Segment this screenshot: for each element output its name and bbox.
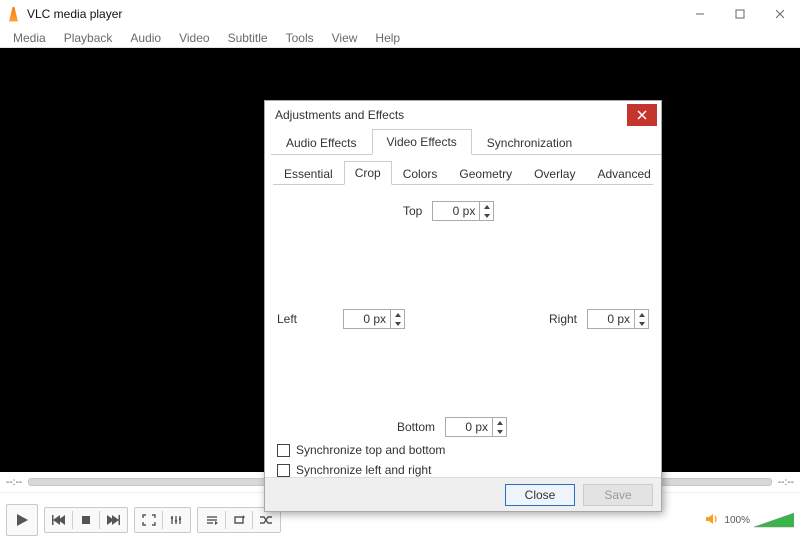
- dialog-titlebar: Adjustments and Effects: [265, 101, 661, 129]
- crop-right-value: 0 px: [588, 312, 634, 326]
- dialog-close[interactable]: Close: [505, 484, 575, 506]
- sync-left-right-checkbox[interactable]: [277, 464, 290, 477]
- video-area: Adjustments and Effects Audio Effects Vi…: [0, 48, 800, 472]
- sync-top-bottom-checkbox[interactable]: [277, 444, 290, 457]
- crop-left-value: 0 px: [344, 312, 390, 326]
- window-title: VLC media player: [27, 7, 122, 21]
- subtab-essential[interactable]: Essential: [273, 162, 344, 185]
- loop-button[interactable]: [227, 508, 251, 532]
- stop-button[interactable]: [74, 508, 98, 532]
- menu-tools[interactable]: Tools: [278, 29, 322, 47]
- tab-synchronization[interactable]: Synchronization: [472, 130, 587, 155]
- menubar: Media Playback Audio Video Subtitle Tool…: [0, 28, 800, 48]
- maximize-button[interactable]: [720, 0, 760, 28]
- subtab-crop[interactable]: Crop: [344, 161, 392, 185]
- sync-top-bottom-label: Synchronize top and bottom: [296, 443, 445, 457]
- playlist-button[interactable]: [200, 508, 224, 532]
- subtab-advanced[interactable]: Advanced: [586, 162, 661, 185]
- dialog-save[interactable]: Save: [583, 484, 653, 506]
- adjustments-dialog: Adjustments and Effects Audio Effects Vi…: [264, 100, 662, 512]
- prev-button[interactable]: [47, 508, 71, 532]
- menu-help[interactable]: Help: [367, 29, 408, 47]
- extended-settings-button[interactable]: [164, 508, 188, 532]
- time-total: --:--: [778, 477, 794, 488]
- crop-panel: Top 0 px Left 0 px Right 0 px: [273, 185, 653, 477]
- subtab-geometry[interactable]: Geometry: [448, 162, 523, 185]
- play-button[interactable]: [6, 504, 38, 536]
- volume-label: 100%: [724, 515, 750, 526]
- titlebar: VLC media player: [0, 0, 800, 28]
- crop-left-label: Left: [277, 312, 297, 326]
- crop-bottom-value: 0 px: [446, 420, 492, 434]
- next-button[interactable]: [101, 508, 125, 532]
- dialog-title: Adjustments and Effects: [275, 108, 404, 122]
- crop-bottom-spin[interactable]: 0 px: [445, 417, 507, 437]
- dialog-footer: Close Save: [265, 477, 661, 511]
- main-tabs: Audio Effects Video Effects Synchronizat…: [271, 129, 661, 155]
- crop-top-label: Top: [403, 204, 422, 218]
- crop-right-spin[interactable]: 0 px: [587, 309, 649, 329]
- menu-media[interactable]: Media: [5, 29, 54, 47]
- subtab-overlay[interactable]: Overlay: [523, 162, 586, 185]
- menu-audio[interactable]: Audio: [122, 29, 169, 47]
- subtab-colors[interactable]: Colors: [392, 162, 449, 185]
- menu-video[interactable]: Video: [171, 29, 217, 47]
- tab-video-effects[interactable]: Video Effects: [372, 129, 472, 155]
- dialog-close-button[interactable]: [627, 104, 657, 126]
- crop-top-value: 0 px: [433, 204, 479, 218]
- volume-slider[interactable]: [754, 511, 794, 529]
- mute-button[interactable]: [704, 511, 720, 530]
- menu-playback[interactable]: Playback: [56, 29, 121, 47]
- close-button[interactable]: [760, 0, 800, 28]
- vlc-cone-icon: [6, 7, 21, 22]
- time-current: --:--: [6, 477, 22, 488]
- crop-right-label: Right: [549, 312, 577, 326]
- crop-left-spin[interactable]: 0 px: [343, 309, 405, 329]
- menu-subtitle[interactable]: Subtitle: [220, 29, 276, 47]
- minimize-button[interactable]: [680, 0, 720, 28]
- crop-bottom-label: Bottom: [397, 420, 435, 434]
- menu-view[interactable]: View: [324, 29, 366, 47]
- sub-tabs: Essential Crop Colors Geometry Overlay A…: [273, 161, 653, 185]
- fullscreen-button[interactable]: [137, 508, 161, 532]
- tab-audio-effects[interactable]: Audio Effects: [271, 130, 372, 155]
- crop-top-spin[interactable]: 0 px: [432, 201, 494, 221]
- sync-left-right-label: Synchronize left and right: [296, 463, 431, 477]
